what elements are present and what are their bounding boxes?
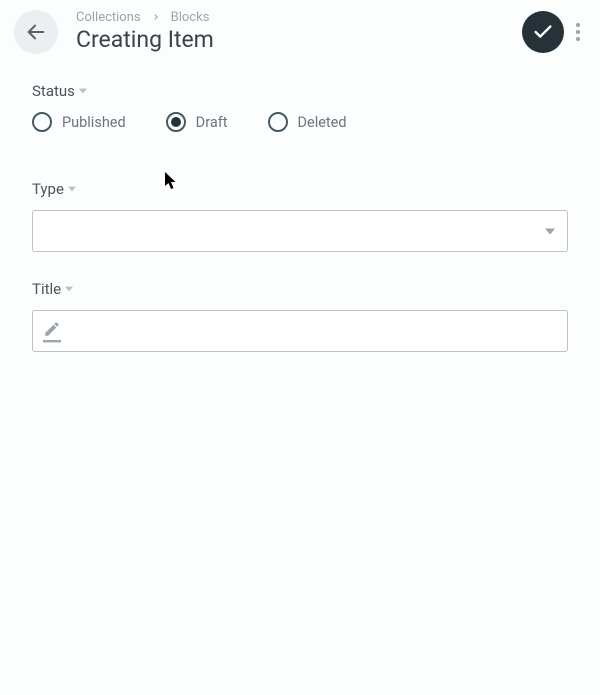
status-label-text: Status	[32, 82, 75, 100]
field-label-type[interactable]: Type	[32, 180, 568, 198]
back-button[interactable]	[14, 10, 58, 54]
save-button[interactable]	[522, 11, 564, 53]
breadcrumb: Collections Blocks	[76, 11, 522, 24]
breadcrumb-collections[interactable]: Collections	[76, 11, 141, 24]
title-label-text: Title	[32, 280, 61, 298]
field-label-title[interactable]: Title	[32, 280, 568, 298]
field-status: Status Published Draft Deleted	[32, 82, 568, 132]
type-select[interactable]	[32, 210, 568, 252]
page-title: Creating Item	[76, 26, 522, 54]
header: Collections Blocks Creating Item	[0, 0, 600, 62]
check-icon	[532, 21, 554, 43]
caret-down-icon	[65, 285, 73, 293]
dots-vertical-icon	[576, 23, 580, 41]
pencil-icon	[43, 320, 61, 343]
title-input-wrapper	[32, 310, 568, 352]
status-radio-group: Published Draft Deleted	[32, 112, 568, 132]
status-option-draft[interactable]: Draft	[166, 112, 228, 132]
radio-icon	[268, 112, 288, 132]
field-label-status[interactable]: Status	[32, 82, 568, 100]
status-option-deleted[interactable]: Deleted	[268, 112, 347, 132]
caret-down-icon	[79, 87, 87, 95]
chevron-down-icon	[545, 222, 555, 241]
status-option-label: Deleted	[298, 114, 347, 131]
arrow-left-icon	[25, 21, 47, 43]
radio-icon	[32, 112, 52, 132]
type-label-text: Type	[32, 180, 64, 198]
breadcrumb-blocks[interactable]: Blocks	[171, 11, 210, 24]
status-option-label: Draft	[196, 114, 228, 131]
more-options-button[interactable]	[570, 11, 586, 53]
caret-down-icon	[68, 185, 76, 193]
title-input[interactable]	[69, 323, 557, 340]
status-option-published[interactable]: Published	[32, 112, 126, 132]
radio-icon	[166, 112, 186, 132]
field-type: Type	[32, 180, 568, 252]
form: Status Published Draft Deleted Type	[0, 62, 600, 372]
field-title: Title	[32, 280, 568, 352]
status-option-label: Published	[62, 114, 126, 131]
chevron-right-icon	[151, 12, 161, 22]
